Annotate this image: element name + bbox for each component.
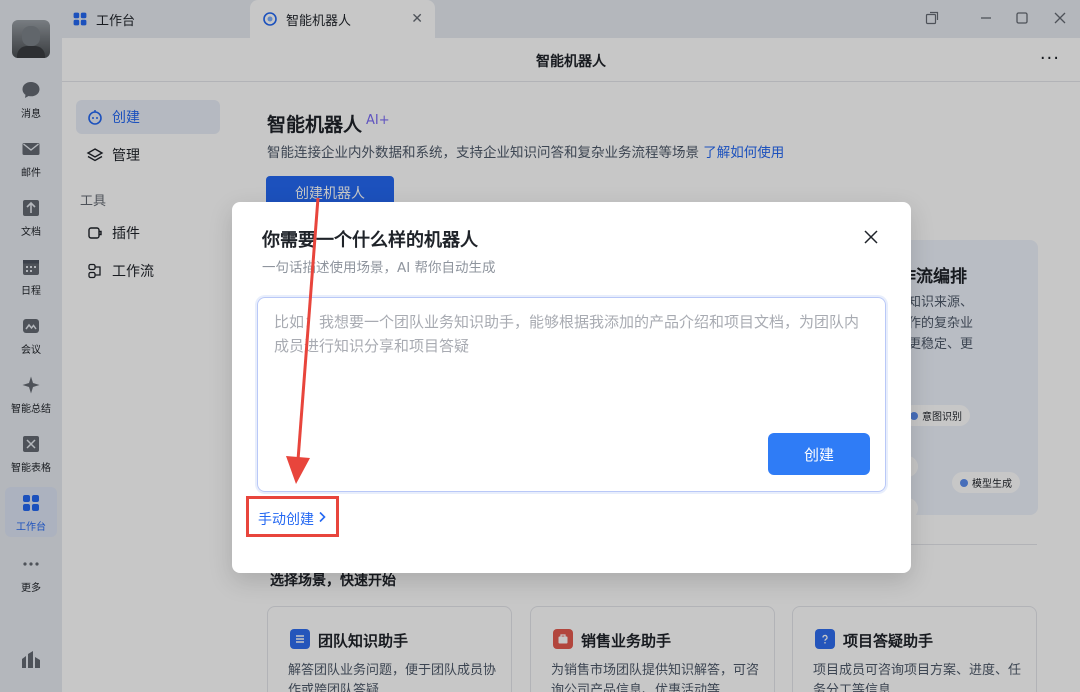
- close-icon[interactable]: [860, 226, 882, 248]
- dialog-title: 你需要一个什么样的机器人: [262, 230, 478, 251]
- dialog-subtitle: 一句话描述使用场景，AI 帮你自动生成: [262, 260, 496, 276]
- ai-create-button[interactable]: 创建: [768, 433, 870, 475]
- annotation-highlight-box: [246, 496, 339, 537]
- robot-description-input[interactable]: [274, 310, 869, 420]
